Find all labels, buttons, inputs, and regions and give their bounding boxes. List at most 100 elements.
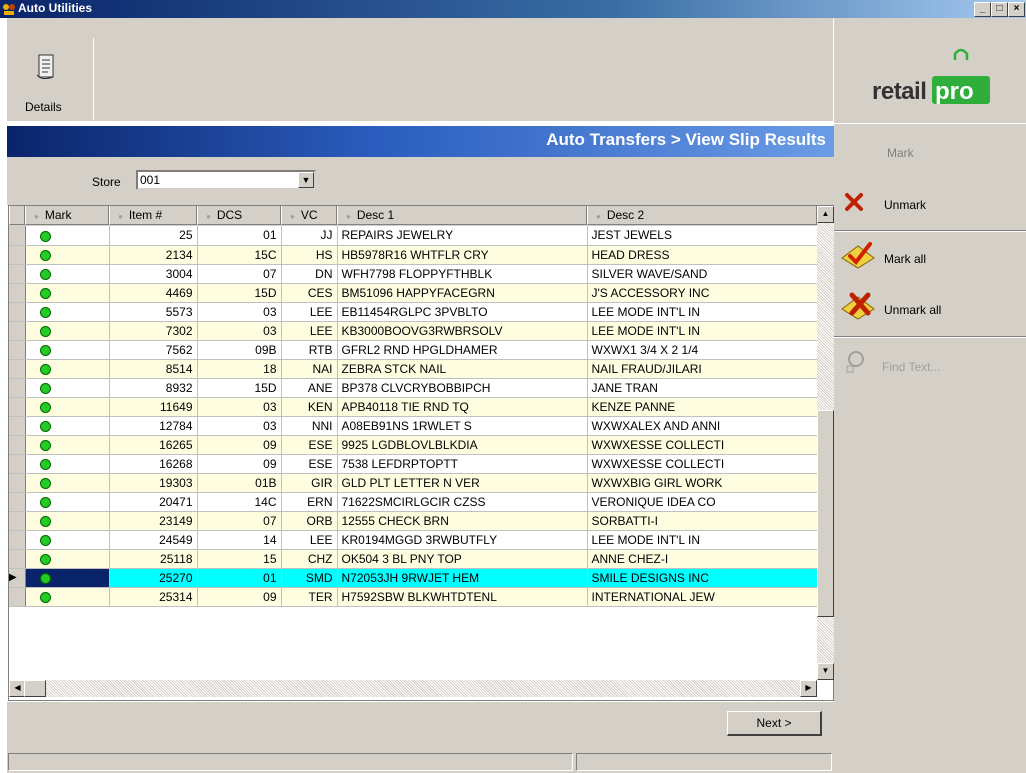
mark-cell[interactable] — [25, 321, 110, 341]
mark-cell[interactable] — [25, 473, 110, 493]
chevron-down-icon[interactable]: ▼ — [298, 172, 314, 188]
table-row[interactable]: 4469 15D CES BM51096 HAPPYFACEGRN J'S ACCESS… — [9, 283, 818, 303]
table-row[interactable]: 16265 09 ESE 9925 LGDBLOVLBLKDIA WXWXESSE CO… — [9, 435, 818, 455]
column-header-mark[interactable]: ● Mark — [25, 206, 109, 225]
table-row[interactable]: 7562 09B RTB GFRL2 RND HPGLDHAMER WXWX1 3/4 … — [9, 340, 818, 360]
desc2-cell: SILVER WAVE/SAND — [587, 264, 818, 284]
mark-cell[interactable] — [25, 587, 110, 607]
mark-cell[interactable] — [25, 283, 110, 303]
mark-dot-icon — [39, 230, 51, 242]
column-header-vc[interactable]: ● VC — [281, 206, 337, 225]
row-indicator — [9, 283, 26, 303]
mark-cell[interactable] — [25, 226, 110, 246]
table-row[interactable]: 19303 01B GIR GLD PLT LETTER N VER WXWXBIG G… — [9, 473, 818, 493]
table-row[interactable]: 24549 14 LEE KR0194MGGD 3RWBUTFLY LEE MODE I… — [9, 530, 818, 550]
vertical-scroll-thumb[interactable] — [817, 410, 834, 617]
vc-cell: LEE — [281, 302, 338, 322]
row-indicator — [9, 473, 26, 493]
scroll-down-button[interactable]: ▼ — [817, 663, 834, 680]
status-panel — [8, 753, 573, 771]
desc1-cell: KB3000BOOVG3RWBRSOLV — [337, 321, 588, 341]
column-header-desc2[interactable]: ● Desc 2 — [587, 206, 817, 225]
unmark-button[interactable]: Unmark — [834, 180, 1026, 230]
table-row[interactable]: 11649 03 KEN APB40118 TIE RND TQ KENZE PANNE — [9, 397, 818, 417]
table-row[interactable]: 16268 09 ESE 7538 LEFDRPTOPTT WXWXESSE COLLE… — [9, 454, 818, 474]
column-header-desc1[interactable]: ● Desc 1 — [337, 206, 587, 225]
mark-cell[interactable] — [25, 302, 110, 322]
mark-dot-icon — [39, 344, 51, 356]
row-indicator — [9, 264, 26, 284]
desc1-cell: HB5978R16 WHTFLR CRY — [337, 245, 588, 265]
unmark-all-button[interactable]: Unmark all — [834, 285, 1026, 335]
desc1-cell: 12555 CHECK BRN — [337, 511, 588, 531]
next-button[interactable]: Next > — [727, 711, 822, 736]
table-row[interactable]: ▶ 25270 01 SMD N72053JH 9RWJET HEM SMILE DESI… — [9, 568, 818, 588]
table-row[interactable]: 5573 03 LEE EB11454RGLPC 3PVBLTO LEE MODE IN… — [9, 302, 818, 322]
find-text-button[interactable]: Find Text... — [834, 342, 1026, 392]
desc1-cell: H7592SBW BLKWHTDTENL — [337, 587, 588, 607]
table-row[interactable]: 7302 03 LEE KB3000BOOVG3RWBRSOLV LEE MODE IN… — [9, 321, 818, 341]
title-bar[interactable] — [0, 0, 1026, 18]
scroll-right-button[interactable]: ▶ — [800, 680, 817, 697]
mark-cell[interactable] — [25, 245, 110, 265]
dcs-cell: 01 — [197, 226, 282, 246]
desc2-cell: KENZE PANNE — [587, 397, 818, 417]
grid-rows: 25 01 JJ REPAIRS JEWELRY JEST JEWELS 2134 15C H… — [9, 226, 818, 607]
minimize-button[interactable]: _ — [974, 2, 991, 17]
item-cell: 16265 — [109, 435, 198, 455]
desc2-cell: JEST JEWELS — [587, 226, 818, 246]
table-row[interactable]: 12784 03 NNI A08EB91NS 1RWLET S WXWXALEX AND… — [9, 416, 818, 436]
table-row[interactable]: 25 01 JJ REPAIRS JEWELRY JEST JEWELS — [9, 226, 818, 246]
close-button[interactable]: × — [1008, 2, 1025, 17]
desc1-cell: ZEBRA STCK NAIL — [337, 359, 588, 379]
mark-cell[interactable] — [25, 416, 110, 436]
desc2-cell: WXWXBIG GIRL WORK — [587, 473, 818, 493]
table-row[interactable]: 25118 15 CHZ OK504 3 BL PNY TOP ANNE CHEZ-I — [9, 549, 818, 569]
maximize-button[interactable]: □ — [991, 2, 1008, 17]
table-row[interactable]: 20471 14C ERN 71622SMCIRLGCIR CZSS VERONIQUE… — [9, 492, 818, 512]
dcs-cell: 18 — [197, 359, 282, 379]
mark-cell[interactable] — [25, 397, 110, 417]
mark-cell[interactable] — [25, 264, 110, 284]
mark-cell[interactable] — [25, 378, 110, 398]
item-cell: 8932 — [109, 378, 198, 398]
mark-cell[interactable] — [25, 435, 110, 455]
desc2-cell: LEE MODE INT'L IN — [587, 321, 818, 341]
mark-dot-icon — [39, 306, 51, 318]
dcs-cell: 09B — [197, 340, 282, 360]
desc2-cell: INTERNATIONAL JEW — [587, 587, 818, 607]
column-header-label: Desc 1 — [356, 208, 395, 222]
mark-cell[interactable] — [25, 492, 110, 512]
store-select[interactable] — [136, 170, 316, 190]
mark-button[interactable]: Mark — [834, 126, 1026, 176]
table-row[interactable]: 8514 18 NAI ZEBRA STCK NAIL NAIL FRAUD/JILAR… — [9, 359, 818, 379]
mark-dot-icon — [39, 363, 51, 375]
mark-cell[interactable] — [25, 359, 110, 379]
desc1-cell: OK504 3 BL PNY TOP — [337, 549, 588, 569]
desc1-cell: GLD PLT LETTER N VER — [337, 473, 588, 493]
table-row[interactable]: 8932 15D ANE BP378 CLVCRYBOBBIPCH JANE TRAN — [9, 378, 818, 398]
column-header-item[interactable]: ● Item # — [109, 206, 197, 225]
desc1-cell: GFRL2 RND HPGLDHAMER — [337, 340, 588, 360]
row-indicator — [9, 492, 26, 512]
scroll-up-button[interactable]: ▲ — [817, 206, 834, 223]
table-row[interactable]: 25314 09 TER H7592SBW BLKWHTDTENL INTERNATIO… — [9, 587, 818, 607]
mark-cell[interactable] — [25, 549, 110, 569]
mark-cell[interactable] — [25, 454, 110, 474]
horizontal-scrollbar[interactable] — [9, 680, 817, 697]
horizontal-scroll-thumb[interactable] — [24, 680, 46, 697]
dcs-cell: 09 — [197, 435, 282, 455]
table-row[interactable]: 3004 07 DN WFH7798 FLOPPYFTHBLK SILVER WAVE/… — [9, 264, 818, 284]
desc2-cell: VERONIQUE IDEA CO — [587, 492, 818, 512]
table-row[interactable]: 2134 15C HS HB5978R16 WHTFLR CRY HEAD DRESS — [9, 245, 818, 265]
mark-cell[interactable] — [25, 530, 110, 550]
vc-cell: TER — [281, 587, 338, 607]
dcs-cell: 01B — [197, 473, 282, 493]
mark-cell[interactable] — [25, 340, 110, 360]
row-indicator — [9, 416, 26, 436]
mark-cell[interactable] — [25, 511, 110, 531]
column-header-dcs[interactable]: ● DCS — [197, 206, 281, 225]
mark-cell[interactable] — [25, 568, 110, 588]
mark-all-button[interactable]: Mark all — [834, 234, 1026, 284]
table-row[interactable]: 23149 07 ORB 12555 CHECK BRN SORBATTI-I — [9, 511, 818, 531]
